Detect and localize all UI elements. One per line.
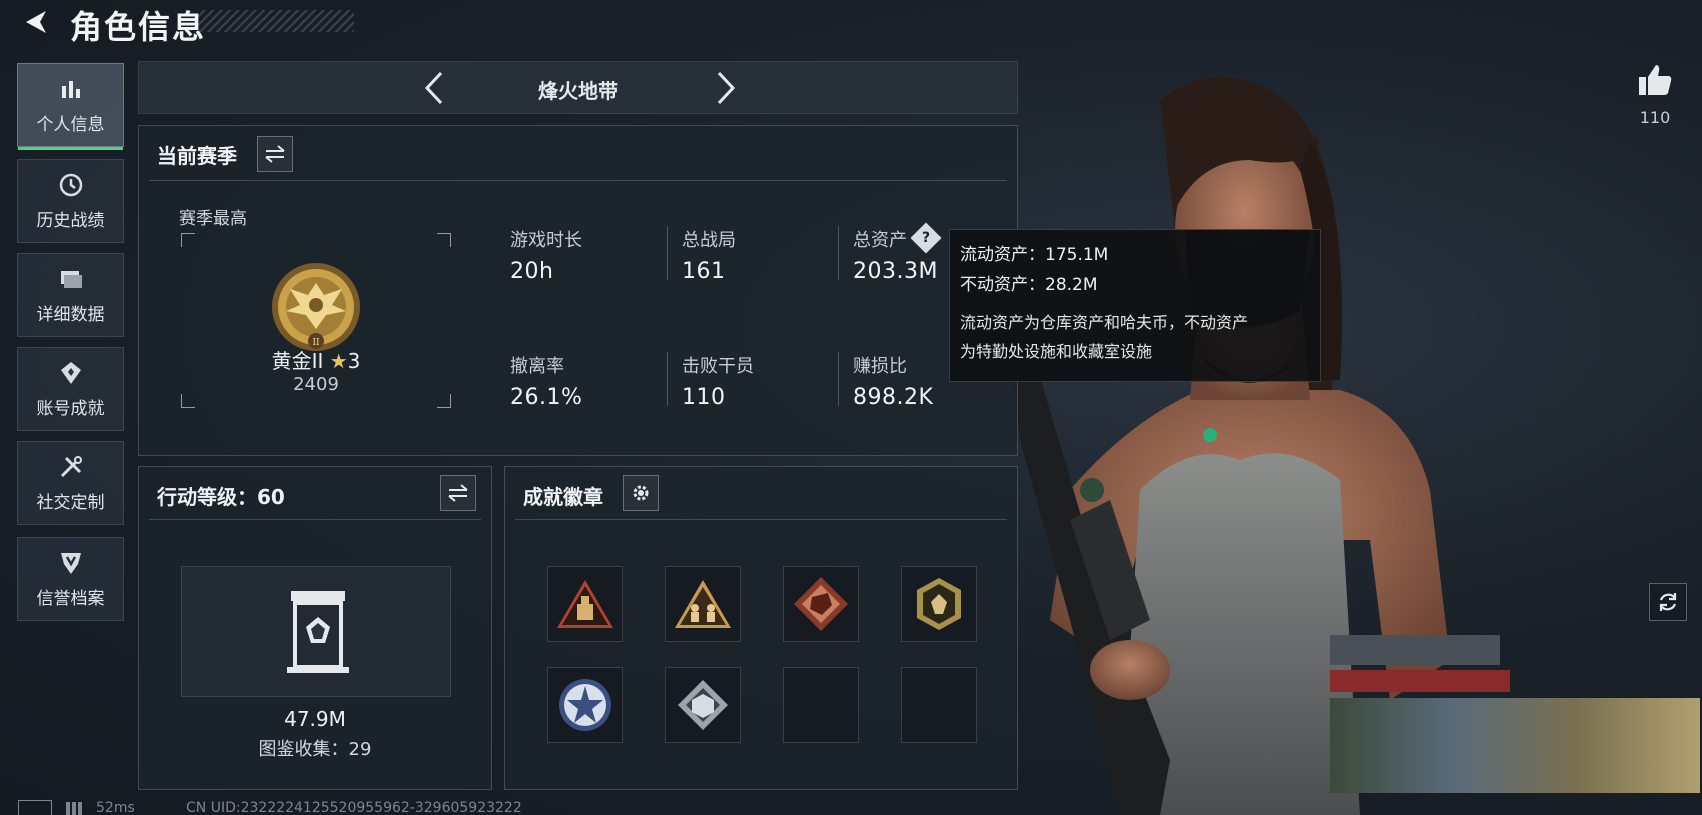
back-button[interactable] (18, 4, 52, 40)
switch-season-button[interactable] (257, 136, 293, 172)
like-button[interactable] (1635, 60, 1675, 100)
chevron-right-icon (717, 71, 736, 105)
sidebar-item-detailed-data[interactable]: 详细数据 (17, 253, 124, 337)
sidebar-item-social[interactable]: 社交定制 (17, 441, 124, 525)
triangle-soldiers-badge-icon (675, 580, 731, 628)
stat-label-total-assets: 总资产 (853, 230, 907, 251)
stat-value-operators-defeated: 110 (682, 385, 726, 410)
sidebar-item-reputation[interactable]: 信誉档案 (17, 537, 124, 621)
sidebar-item-label: 信誉档案 (36, 588, 105, 609)
stat-value-total-matches: 161 (682, 259, 726, 284)
bar-chart-icon (61, 80, 80, 98)
swap-icon (448, 484, 468, 502)
stat-value-profit-ratio: 898.2K (853, 385, 934, 410)
divider (149, 180, 1007, 181)
divider (149, 519, 481, 520)
thumbs-up-icon (1639, 65, 1672, 95)
stat-label-operators-defeated: 击败干员 (682, 356, 754, 377)
badge-slot-empty[interactable] (901, 667, 977, 743)
badge-slot[interactable] (665, 667, 741, 743)
divider (515, 519, 1007, 520)
title-decoration (198, 10, 354, 32)
badge-slot-empty[interactable] (783, 667, 859, 743)
tooltip-description-line1: 流动资产为仓库资产和哈夫币，不动资产 (960, 313, 1249, 332)
action-level-panel: 行动等级：60 47.9M 图鉴收集：29 (138, 466, 492, 790)
dragon-badge-icon (794, 577, 848, 631)
achievement-settings-button[interactable] (623, 475, 659, 511)
cube-emblem-badge-icon (678, 680, 728, 730)
star-emblem-badge-icon (559, 679, 611, 731)
badge-slot[interactable] (783, 566, 859, 642)
help-icon[interactable]: ? (910, 222, 942, 254)
collection-display[interactable] (181, 566, 451, 697)
tooltip-fixed-assets: 不动资产：28.2M (960, 275, 1098, 295)
clock-icon (59, 173, 82, 196)
tools-icon (60, 455, 82, 477)
assets-tooltip: 流动资产：175.1M 不动资产：28.2M 流动资产为仓库资产和哈夫币，不动资… (949, 229, 1321, 382)
stat-label-extract-rate: 撤离率 (510, 356, 564, 377)
current-season-title: 当前赛季 (157, 144, 237, 168)
sidebar-item-achievements[interactable]: 账号成就 (17, 347, 124, 431)
badge-slot[interactable] (547, 566, 623, 642)
switch-action-level-button[interactable] (440, 475, 476, 511)
medal-icon (60, 361, 81, 384)
sidebar-item-history[interactable]: 历史战绩 (17, 159, 124, 243)
collection-value: 47.9M (284, 707, 346, 731)
sidebar-item-personal-info[interactable]: 个人信息 (17, 63, 124, 150)
rank-score: 2409 (293, 374, 339, 395)
back-arrow-icon (26, 11, 46, 33)
next-season-button[interactable] (711, 70, 741, 106)
badge-slot[interactable] (665, 566, 741, 642)
rank-name: 黄金II (271, 349, 324, 373)
star-icon: ★ (329, 349, 348, 373)
shield-icon (60, 552, 81, 574)
rotate-character-button[interactable] (1649, 583, 1687, 621)
sidebar-item-label: 历史战绩 (36, 210, 105, 231)
season-label: 烽火地带 (538, 79, 618, 103)
obscured-region (1330, 698, 1700, 793)
like-count: 110 (1639, 108, 1671, 127)
page-title: 角色信息 (70, 8, 207, 46)
gear-icon (633, 485, 649, 501)
badge-slot[interactable] (547, 667, 623, 743)
current-season-panel: 当前赛季 赛季最高 II 黄金II ★3 2409 游戏时长 20h 总战局 1… (138, 125, 1018, 456)
collection-count: 图鉴收集：29 (258, 739, 372, 760)
obscured-region (1330, 670, 1510, 692)
collection-case-icon (287, 591, 349, 673)
stat-label-profit-ratio: 赚损比 (853, 356, 907, 377)
obscured-region (1330, 635, 1500, 665)
tooltip-description-line2: 为特勤处设施和收藏室设施 (960, 342, 1153, 361)
sidebar-item-label: 账号成就 (36, 398, 105, 419)
achievement-panel: 成就徽章 (504, 466, 1018, 790)
stat-label-play-time: 游戏时长 (510, 230, 582, 251)
triangle-crate-badge-icon (557, 580, 613, 628)
folder-icon (60, 270, 82, 288)
ping-text: 52ms (96, 800, 135, 815)
sidebar-item-label: 详细数据 (36, 304, 105, 325)
stat-value-extract-rate: 26.1% (510, 385, 583, 410)
hexagon-gem-badge-icon (917, 578, 961, 630)
signal-icon (66, 802, 86, 815)
action-level-title: 行动等级：60 (157, 485, 285, 509)
battery-icon (18, 800, 52, 815)
stat-value-play-time: 20h (510, 259, 554, 284)
rank-stars: 3 (347, 349, 361, 373)
tooltip-liquid-assets: 流动资产：175.1M (960, 245, 1109, 265)
badge-slot[interactable] (901, 566, 977, 642)
stat-value-total-assets: 203.3M (853, 259, 938, 284)
season-selector: 烽火地带 (138, 61, 1018, 114)
stat-label-total-matches: 总战局 (682, 230, 736, 251)
sidebar-item-label: 社交定制 (36, 492, 105, 513)
swap-icon (265, 145, 285, 163)
rank-title: 黄金II ★3 (181, 345, 451, 374)
gold-rank-emblem-icon: II (272, 263, 360, 351)
refresh-icon (1659, 593, 1677, 611)
sidebar-item-label: 个人信息 (36, 114, 105, 135)
achievement-title: 成就徽章 (523, 485, 603, 509)
uid-text: CN UID:2322224125520955962-329605923222 (186, 800, 522, 815)
season-highest-label: 赛季最高 (179, 209, 247, 229)
